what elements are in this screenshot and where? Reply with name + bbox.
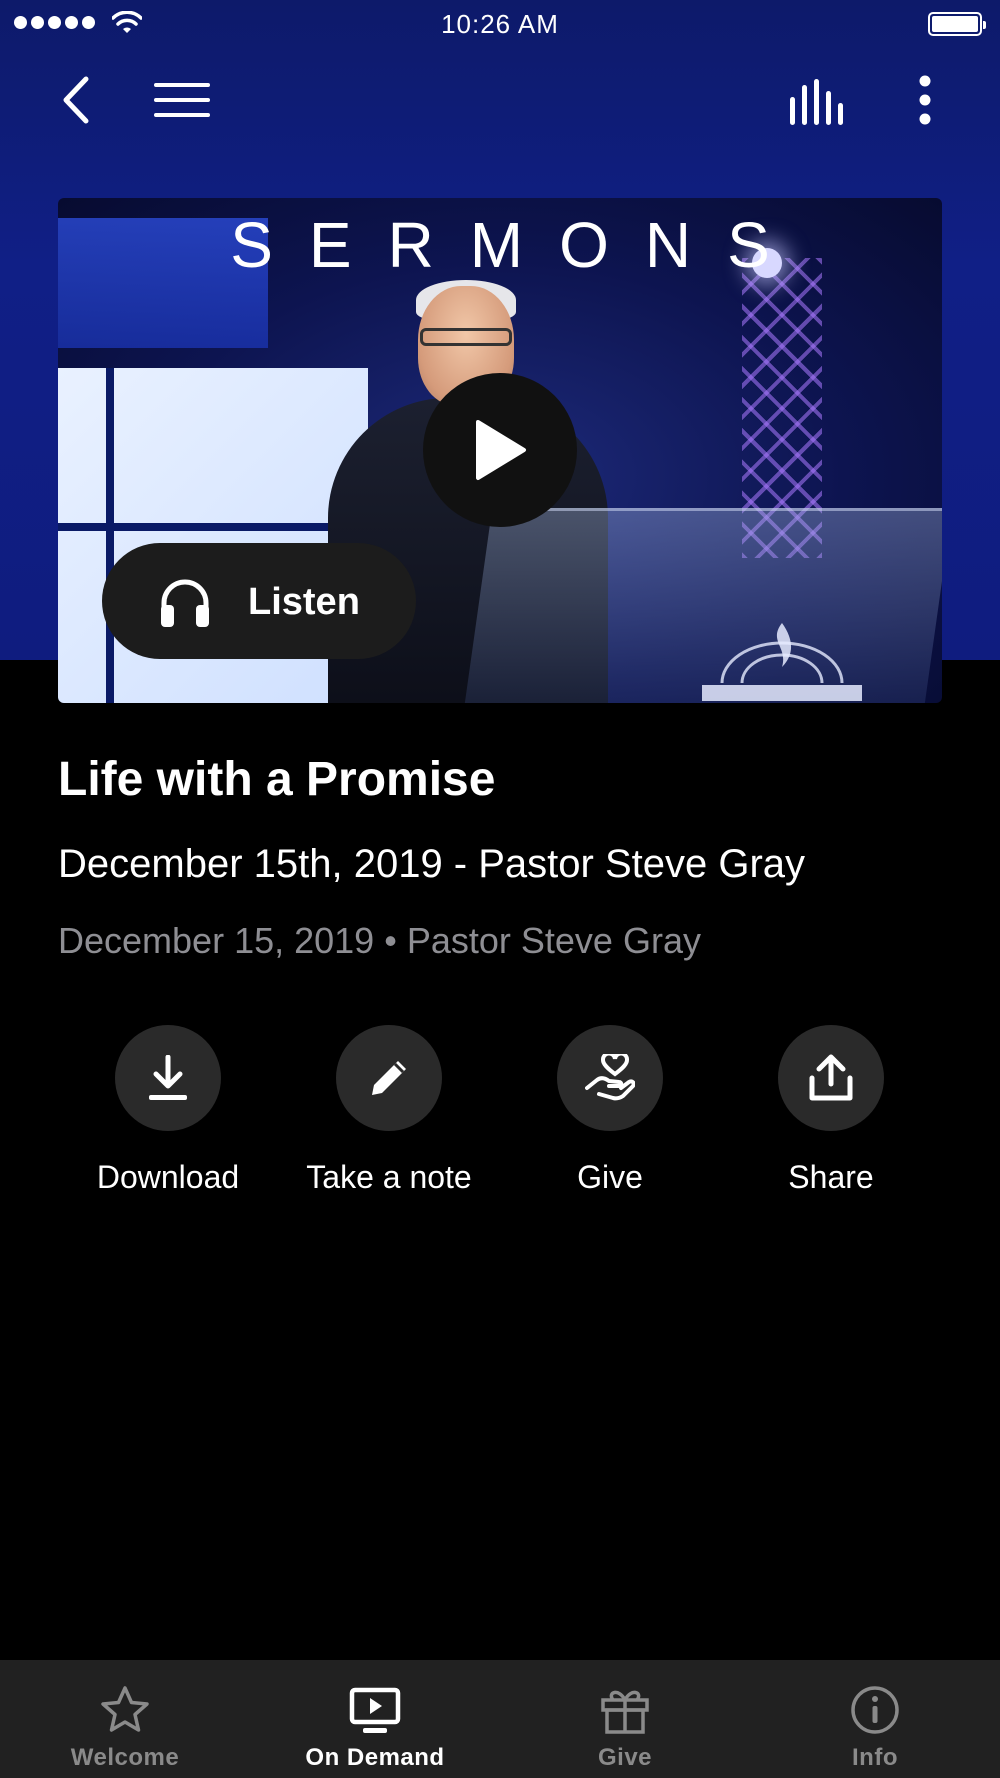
- tab-bar: Welcome On Demand Give Info: [0, 1660, 1000, 1778]
- info-icon: [851, 1686, 899, 1734]
- sermon-subtitle: December 15th, 2019 - Pastor Steve Gray: [58, 842, 806, 886]
- action-row: Download Take a note Give Share: [0, 1025, 1000, 1205]
- sermons-overlay-text: SERMONS: [230, 209, 806, 281]
- sermon-title: Life with a Promise: [58, 753, 496, 806]
- download-icon: [149, 1055, 187, 1100]
- give-label: Give: [577, 1159, 643, 1195]
- hand-heart-icon: [585, 1054, 635, 1101]
- give-button[interactable]: Give: [500, 1025, 720, 1205]
- gift-icon: [601, 1690, 649, 1734]
- take-note-label: Take a note: [306, 1159, 472, 1195]
- meta-separator: •: [384, 920, 397, 961]
- download-circle[interactable]: [115, 1025, 221, 1131]
- take-note-circle[interactable]: [336, 1025, 442, 1131]
- status-bar: 10:26 AM: [0, 0, 1000, 50]
- play-icon: [476, 420, 526, 480]
- pencil-icon: [372, 1061, 406, 1095]
- sermon-meta: December 15, 2019 • Pastor Steve Gray: [58, 920, 701, 962]
- share-icon: [809, 1054, 853, 1101]
- star-icon: [101, 1686, 149, 1732]
- church-logo: [702, 623, 862, 701]
- tab-welcome-label: Welcome: [70, 1744, 180, 1771]
- speaker-glasses: [420, 328, 512, 346]
- back-button[interactable]: [50, 70, 100, 130]
- listen-button[interactable]: Listen: [102, 543, 416, 659]
- chevron-left-icon: [63, 76, 89, 124]
- status-time: 10:26 AM: [441, 9, 559, 39]
- vertical-dots-icon: [919, 75, 931, 125]
- audio-button[interactable]: [786, 75, 846, 129]
- download-button[interactable]: Download: [58, 1025, 278, 1205]
- share-button[interactable]: Share: [721, 1025, 941, 1205]
- download-label: Download: [96, 1159, 240, 1195]
- tab-give[interactable]: Give: [500, 1660, 750, 1778]
- hamburger-icon: [154, 83, 210, 117]
- equalizer-icon: [790, 79, 843, 125]
- menu-button[interactable]: [150, 75, 214, 125]
- tab-info-label: Info: [852, 1744, 898, 1771]
- sermon-speaker: Pastor Steve Gray: [406, 920, 701, 961]
- tv-play-icon: [349, 1687, 401, 1733]
- tab-on-demand[interactable]: On Demand: [250, 1660, 500, 1778]
- give-circle[interactable]: [557, 1025, 663, 1131]
- share-circle[interactable]: [778, 1025, 884, 1131]
- take-note-button[interactable]: Take a note: [279, 1025, 499, 1205]
- tab-on-demand-label: On Demand: [305, 1744, 445, 1771]
- share-label: Share: [788, 1159, 874, 1195]
- headphones-icon: [161, 579, 209, 627]
- sermon-date: December 15, 2019: [58, 920, 375, 961]
- tab-give-label: Give: [597, 1744, 653, 1771]
- more-options-button[interactable]: [905, 70, 945, 130]
- tab-info[interactable]: Info: [750, 1660, 1000, 1778]
- play-button[interactable]: [423, 373, 577, 527]
- listen-label: Listen: [248, 581, 360, 623]
- tab-welcome[interactable]: Welcome: [0, 1660, 250, 1778]
- battery-icon: [928, 12, 986, 36]
